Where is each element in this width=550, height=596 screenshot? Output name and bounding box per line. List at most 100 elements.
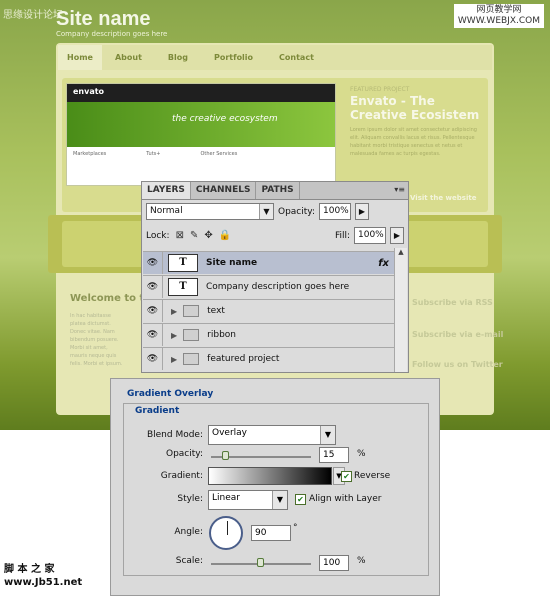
eye-icon[interactable]: 👁 — [143, 324, 163, 346]
lock-move-icon[interactable]: ✥ — [204, 230, 212, 241]
welcome-text: In hac habitasse platea dictumst. Donec … — [70, 313, 123, 367]
site-name: Site name — [56, 8, 151, 30]
layer-name: featured project — [207, 354, 280, 364]
fx-icon[interactable]: fx — [378, 258, 389, 269]
blend-mode-label: Blend Mode: — [146, 430, 203, 440]
site-nav: Home About Blog Portfolio Contact — [58, 45, 492, 70]
gradient-overlay-dialog: Gradient Overlay Gradient Blend Mode: Ov… — [110, 378, 440, 596]
groupbox-title: Gradient — [135, 406, 180, 416]
layers-panel: LAYERS CHANNELS PATHS ▾≡ Normal ▼ Opacit… — [141, 181, 409, 373]
layer-row[interactable]: 👁 ▶ ribbon — [143, 323, 395, 346]
nav-portfolio[interactable]: Portfolio — [201, 53, 266, 62]
tab-channels[interactable]: CHANNELS — [191, 182, 257, 199]
chevron-down-icon: ▼ — [320, 426, 335, 444]
scale-slider-knob[interactable] — [257, 558, 264, 567]
nav-contact[interactable]: Contact — [266, 53, 327, 62]
site-description: Company description goes here — [56, 30, 168, 38]
layer-name: text — [207, 306, 225, 316]
layer-name: Company description goes here — [206, 282, 350, 292]
folder-icon — [183, 329, 200, 341]
blend-mode-select[interactable]: Normal ▼ — [146, 203, 274, 220]
lock-row: Lock: ⊠ ✎ ✥ 🔒 Fill: 100% ▶ — [146, 227, 404, 244]
blend-row: Normal ▼ Opacity: 100% ▶ — [146, 203, 369, 220]
tab-paths[interactable]: PATHS — [256, 182, 300, 199]
scale-label: Scale: — [175, 556, 203, 566]
watermark-top-right-line1: 网页教学网 — [476, 5, 522, 15]
opacity-input[interactable]: 100% — [319, 203, 351, 220]
gradient-preview[interactable] — [208, 467, 332, 485]
screenshot-col: Other Services — [200, 151, 238, 157]
expand-arrow-icon[interactable]: ▶ — [171, 355, 177, 364]
watermark-bottom-left-line2: www.Jb51.net — [4, 577, 83, 588]
subscribe-rss-link[interactable]: Subscribe via RSS — [412, 298, 493, 307]
watermark-bottom-left-line1: 脚 本 之 家 — [4, 564, 55, 575]
watermark-top-right: 网页教学网 WWW.WEBJX.COM — [453, 4, 544, 28]
visit-website-link[interactable]: Visit the website — [410, 194, 476, 202]
watermark-top-right-line2: WWW.WEBJX.COM — [457, 16, 540, 26]
layer-row[interactable]: 👁 T Company description goes here — [143, 275, 395, 298]
angle-label: Angle: — [174, 527, 203, 537]
reverse-checkbox[interactable]: ✔ — [341, 471, 352, 482]
lock-transparent-icon[interactable]: ⊠ — [176, 230, 184, 241]
screenshot-tagline: the creative ecosystem — [67, 102, 335, 147]
text-layer-thumb: T — [168, 254, 198, 272]
blend-mode-dropdown[interactable]: Overlay ▼ — [208, 425, 336, 445]
tab-layers[interactable]: LAYERS — [142, 182, 191, 199]
fill-label: Fill: — [334, 230, 350, 241]
screenshot-col: Tuts+ — [146, 151, 161, 157]
layers-scrollbar[interactable]: ▲ — [394, 248, 407, 372]
folder-icon — [183, 305, 200, 317]
lock-all-icon[interactable]: 🔒 — [219, 230, 231, 241]
opacity-slider-knob[interactable] — [222, 451, 229, 460]
featured-screenshot[interactable]: envato the creative ecosystem Marketplac… — [66, 83, 336, 186]
welcome-heading: Welcome to th — [70, 293, 152, 304]
layer-row[interactable]: 👁 T Site name fx — [143, 251, 395, 274]
align-with-layer-checkbox[interactable]: ✔ — [295, 494, 306, 505]
fill-input[interactable]: 100% — [354, 227, 386, 244]
eye-icon[interactable]: 👁 — [143, 300, 163, 322]
dialog-title: Gradient Overlay — [127, 389, 214, 399]
blend-mode-dropdown-value: Overlay — [212, 428, 247, 438]
layer-row[interactable]: 👁 ▶ featured project — [143, 347, 395, 370]
opacity-field[interactable]: 15 — [319, 447, 349, 463]
nav-about[interactable]: About — [102, 53, 155, 62]
screenshot-columns: Marketplaces Tuts+ Other Services — [67, 147, 335, 161]
eye-icon[interactable]: 👁 — [143, 348, 163, 370]
opacity-label: Opacity: — [166, 449, 203, 459]
follow-twitter-link[interactable]: Follow us on Twitter — [412, 360, 503, 369]
fill-group: Fill: 100% ▶ — [335, 227, 404, 244]
watermark-top-left: 思缘设计论坛 — [3, 10, 63, 21]
lock-brush-icon[interactable]: ✎ — [190, 230, 198, 241]
layer-row[interactable]: 👁 ▶ text — [143, 299, 395, 322]
degree-sign: ° — [293, 523, 298, 533]
screenshot-brand: envato — [67, 84, 335, 102]
scroll-up-icon[interactable]: ▲ — [395, 248, 407, 256]
expand-arrow-icon[interactable]: ▶ — [171, 331, 177, 340]
nav-blog[interactable]: Blog — [155, 53, 201, 62]
subscribe-email-link[interactable]: Subscribe via e-mail — [412, 330, 503, 339]
chevron-down-icon: ▼ — [259, 204, 273, 219]
screenshot-col: Marketplaces — [73, 151, 107, 157]
chevron-down-icon: ▼ — [272, 491, 287, 509]
scale-field[interactable]: 100 — [319, 555, 349, 571]
layer-name: ribbon — [207, 330, 236, 340]
eye-icon[interactable]: 👁 — [143, 276, 163, 298]
opacity-label: Opacity: — [278, 206, 315, 217]
reverse-label: Reverse — [354, 471, 391, 481]
blend-mode-value: Normal — [150, 206, 183, 216]
expand-arrow-icon[interactable]: ▶ — [171, 307, 177, 316]
opacity-arrow-icon[interactable]: ▶ — [355, 203, 369, 220]
angle-dial[interactable] — [209, 516, 243, 550]
nav-home[interactable]: Home — [58, 45, 102, 70]
style-dropdown-value: Linear — [212, 493, 240, 503]
folder-icon — [183, 353, 200, 365]
eye-icon[interactable]: 👁 — [143, 252, 163, 274]
style-dropdown[interactable]: Linear ▼ — [208, 490, 288, 510]
fill-arrow-icon[interactable]: ▶ — [390, 227, 404, 244]
featured-label: FEATURED PROJECT — [350, 86, 410, 93]
angle-field[interactable]: 90 — [251, 525, 291, 541]
panel-menu-icon[interactable]: ▾≡ — [394, 185, 405, 194]
text-layer-thumb: T — [168, 278, 198, 296]
gradient-label: Gradient: — [160, 471, 203, 481]
angle-dial-hand — [227, 521, 228, 535]
